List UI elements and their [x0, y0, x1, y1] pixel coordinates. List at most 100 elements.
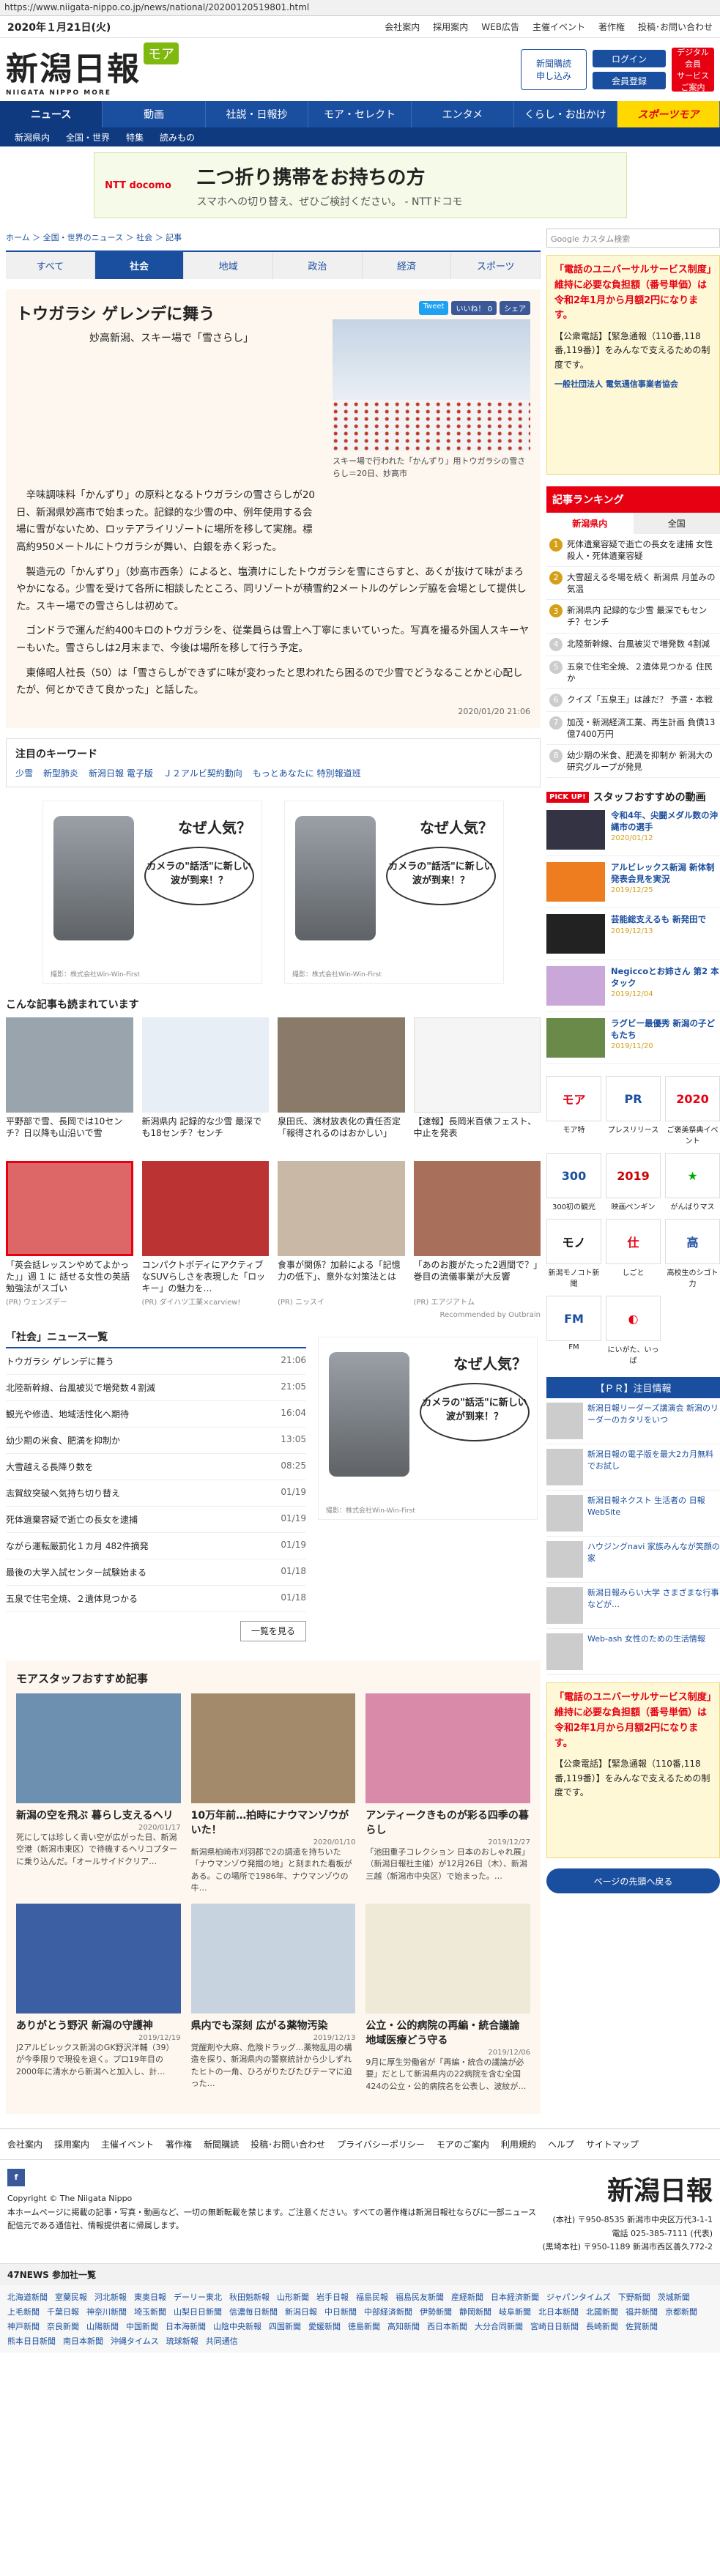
partner-paper-link[interactable]: 日本海新聞: [166, 2320, 206, 2332]
like-button[interactable]: いいね！ 0: [451, 301, 497, 315]
partner-paper-link[interactable]: ジャパンタイムズ: [546, 2291, 611, 2303]
net47-title[interactable]: 47NEWS 参加社一覧: [0, 2263, 720, 2286]
browser-url-bar[interactable]: https://www.niigata-nippo.co.jp/news/nat…: [0, 0, 720, 16]
pr-item[interactable]: 新潟日報ネクスト 生活者の 日報WebSite: [546, 1491, 720, 1537]
article-photo[interactable]: [333, 319, 530, 451]
pr-item[interactable]: 新潟日報リーダーズ講演会 新潟のリーダーのカタリをいつ: [546, 1398, 720, 1445]
news-row[interactable]: 幼少期の米食、肥満を抑制か 13:05: [6, 1428, 306, 1454]
partner-paper-link[interactable]: 室蘭民報: [55, 2291, 87, 2303]
partner-paper-link[interactable]: 沖縄タイムス: [111, 2335, 159, 2347]
back-to-top-button[interactable]: ページの先頭へ戻る: [546, 1868, 720, 1894]
partner-paper-link[interactable]: 伊勢新聞: [420, 2306, 452, 2317]
side-ad-bottom[interactable]: 「電話のユニバーサルサービス制度」 維持に必要な負担額（番号単価）は 令和2年1…: [546, 1682, 720, 1859]
partner-paper-link[interactable]: 中日新聞: [324, 2306, 357, 2317]
tab-politics[interactable]: 政治: [273, 252, 363, 279]
keyword-link[interactable]: 少雪: [15, 767, 33, 779]
news-row[interactable]: ながら運転厳罰化１カ月 482件摘発 01/19: [6, 1533, 306, 1559]
ranking-item[interactable]: 5 五泉で住宅全焼、２遺体見つかる 住民か: [546, 656, 720, 689]
footer-logo[interactable]: 新潟日報: [543, 2169, 713, 2213]
partner-paper-link[interactable]: 京都新聞: [665, 2306, 697, 2317]
search-input[interactable]: Google カスタム検索: [546, 229, 720, 248]
service-link[interactable]: 300 300初の観光: [546, 1153, 601, 1211]
partner-paper-link[interactable]: 福島民報: [356, 2291, 388, 2303]
partner-paper-link[interactable]: 愛媛新聞: [308, 2320, 341, 2332]
tab-economy[interactable]: 経済: [363, 252, 452, 279]
camera-ad[interactable]: なぜ人気？ カメラの"話活"に新しい波が到来！？ 撮影：株式会社Win-Win-…: [284, 800, 504, 984]
gnav-moa-select[interactable]: モア・セレクト: [308, 101, 412, 127]
partner-paper-link[interactable]: 中国新聞: [126, 2320, 158, 2332]
side-ad[interactable]: 「電話のユニバーサルサービス制度」 維持に必要な負担額（番号単価）は 令和2年1…: [546, 255, 720, 475]
gnav-news[interactable]: ニュース: [0, 101, 103, 127]
recommend-item[interactable]: 「あのお腹がたった2週間で？」巻目の流儀事業が大反響 (PR) エアジアトム: [413, 1160, 541, 1307]
partner-paper-link[interactable]: 埼玉新聞: [134, 2306, 166, 2317]
tab-all[interactable]: すべて: [6, 252, 95, 279]
top-link-ads[interactable]: WEB広告: [481, 21, 519, 33]
footer-link[interactable]: プライバシーポリシー: [337, 2138, 425, 2150]
moa-item[interactable]: 10万年前…拍時にナウマンゾウがいた！ 2020/01/10 新潟県柏崎市刈羽郡で2…: [190, 1693, 356, 1893]
pr-item[interactable]: ハウジングnavi 家族みんなが笑顔の家: [546, 1537, 720, 1584]
ranking-item[interactable]: 1 死体遺棄容疑で逝亡の長女を逮捕 女性殺人・死体遺棄容疑: [546, 534, 720, 568]
news-row[interactable]: トウガラシ ゲレンデに舞う 21:06: [6, 1348, 306, 1375]
top-link-events[interactable]: 主催イベント: [532, 21, 585, 33]
partner-paper-link[interactable]: 中部経済新聞: [364, 2306, 412, 2317]
partner-paper-link[interactable]: デーリー東北: [174, 2291, 222, 2303]
partner-paper-link[interactable]: 上毛新聞: [7, 2306, 40, 2317]
top-link-contact[interactable]: 投稿･お問い合わせ: [638, 21, 713, 33]
subnav-national[interactable]: 全国・世界: [66, 131, 110, 144]
moa-item[interactable]: 新潟の空を飛ぶ 暮らし支えるヘリ 2020/01/17 死にしては珍しく青い空が広が…: [16, 1693, 181, 1893]
outbrain-credit[interactable]: Recommended by Outbrain: [6, 1311, 541, 1319]
service-link[interactable]: 2019 映画ペンギン: [606, 1153, 661, 1211]
service-link[interactable]: ◐ にいがた、いっぱ: [606, 1296, 661, 1365]
service-link[interactable]: FM FM: [546, 1296, 601, 1365]
partner-paper-link[interactable]: 山陰中央新報: [213, 2320, 261, 2332]
partner-paper-link[interactable]: 北日本新聞: [538, 2306, 579, 2317]
gnav-video[interactable]: 動画: [103, 101, 206, 127]
partner-paper-link[interactable]: 山陽新聞: [86, 2320, 119, 2332]
gnav-editorial[interactable]: 社説・日報抄: [206, 101, 309, 127]
service-link[interactable]: PR プレスリリース: [606, 1076, 661, 1146]
partner-paper-link[interactable]: 徳島新聞: [348, 2320, 380, 2332]
share-button[interactable]: シェア: [500, 301, 530, 315]
partner-paper-link[interactable]: 東奥日報: [134, 2291, 166, 2303]
service-link[interactable]: モア モア特: [546, 1076, 601, 1146]
camera-ad[interactable]: なぜ人気？ カメラの"話活"に新しい波が到来！？ 撮影：株式会社Win-Win-…: [318, 1336, 538, 1520]
partner-paper-link[interactable]: 岩手日報: [316, 2291, 349, 2303]
footer-link[interactable]: 投稿･お問い合わせ: [250, 2138, 325, 2150]
recommend-item[interactable]: コンパクトボディにアクティブなSUVらしさを表現した「ロッキー」の魅力を… (PR…: [141, 1160, 269, 1307]
partner-paper-link[interactable]: 静岡新聞: [459, 2306, 491, 2317]
top-link-copyright[interactable]: 著作権: [598, 21, 625, 33]
partner-paper-link[interactable]: 西日本新聞: [427, 2320, 467, 2332]
service-link[interactable]: モノ 新潟モノコト新聞: [546, 1219, 601, 1288]
news-row[interactable]: 志賀紋突破へ気持ち切り替え 01/19: [6, 1480, 306, 1507]
partner-paper-link[interactable]: 岐阜新聞: [499, 2306, 531, 2317]
service-link[interactable]: 高高校生のシゴト力: [665, 1219, 720, 1288]
recommend-item[interactable]: 「英会話レッスンやめてよかった」」週 1 に 話せる女性の英語勉強法がスゴい (P…: [6, 1160, 133, 1307]
news-row[interactable]: 五泉で住宅全焼、２遺体見つかる 01/18: [6, 1586, 306, 1612]
footer-link[interactable]: 主催イベント: [101, 2138, 154, 2150]
top-link-recruit[interactable]: 採用案内: [433, 21, 468, 33]
news-row[interactable]: 大雪越える長降り数を 08:25: [6, 1454, 306, 1480]
gnav-entertainment[interactable]: エンタメ: [412, 101, 515, 127]
partner-paper-link[interactable]: 新潟日報: [285, 2306, 317, 2317]
ranking-item[interactable]: 8 幼少期の米食、肥満を抑制か 新潟大の研究グループが発見: [546, 745, 720, 779]
subnav-local[interactable]: 新潟県内: [15, 131, 50, 144]
partner-paper-link[interactable]: 長崎新聞: [586, 2320, 618, 2332]
partner-paper-link[interactable]: 山梨日日新聞: [174, 2306, 222, 2317]
recommend-item[interactable]: 食事が関係？加齢による「記憶力の低下」、意外な対策法とは (PR) ニッスイ: [278, 1160, 405, 1307]
digital-service-button[interactable]: デジタル 会員 サービス ご案内: [672, 48, 714, 92]
recommend-item[interactable]: 【速報】長岡米百俵フェスト、中止を発表: [413, 1017, 541, 1152]
footer-link[interactable]: ヘルプ: [548, 2138, 574, 2150]
pickup-video-item[interactable]: ラグビー最優秀 新潟の子どもたち 2019/11/20: [546, 1012, 720, 1065]
recommend-item[interactable]: 新潟県内 記録的な少雪 最深でも18センチ？センチ: [141, 1017, 269, 1152]
subscribe-button[interactable]: 新聞購読 申し込み: [521, 49, 587, 90]
moa-item[interactable]: 県内でも深刻 広がる薬物汚染 2019/12/13 覚醒剤や大麻、危険ドラッグ…薬物…: [190, 1903, 356, 2104]
ranking-item[interactable]: 2 大雪超える冬場を続く 新潟県 月並みの気温: [546, 567, 720, 601]
login-button[interactable]: ログイン: [593, 50, 666, 67]
pickup-video-item[interactable]: アルビレックス新潟 新体制発表会見を実況 2019/12/25: [546, 856, 720, 909]
breadcrumb[interactable]: ホーム ＞ 全国・世界のニュース ＞ 社会 ＞ 記事: [6, 224, 541, 250]
gnav-life[interactable]: くらし・お出かけ: [514, 101, 617, 127]
facebook-icon[interactable]: f: [7, 2168, 25, 2186]
partner-paper-link[interactable]: 産経新聞: [451, 2291, 483, 2303]
ranking-item[interactable]: 7 加茂・新潟経済工業、再生計画 負債13億7400万円: [546, 712, 720, 745]
footer-link[interactable]: サイトマップ: [586, 2138, 639, 2150]
